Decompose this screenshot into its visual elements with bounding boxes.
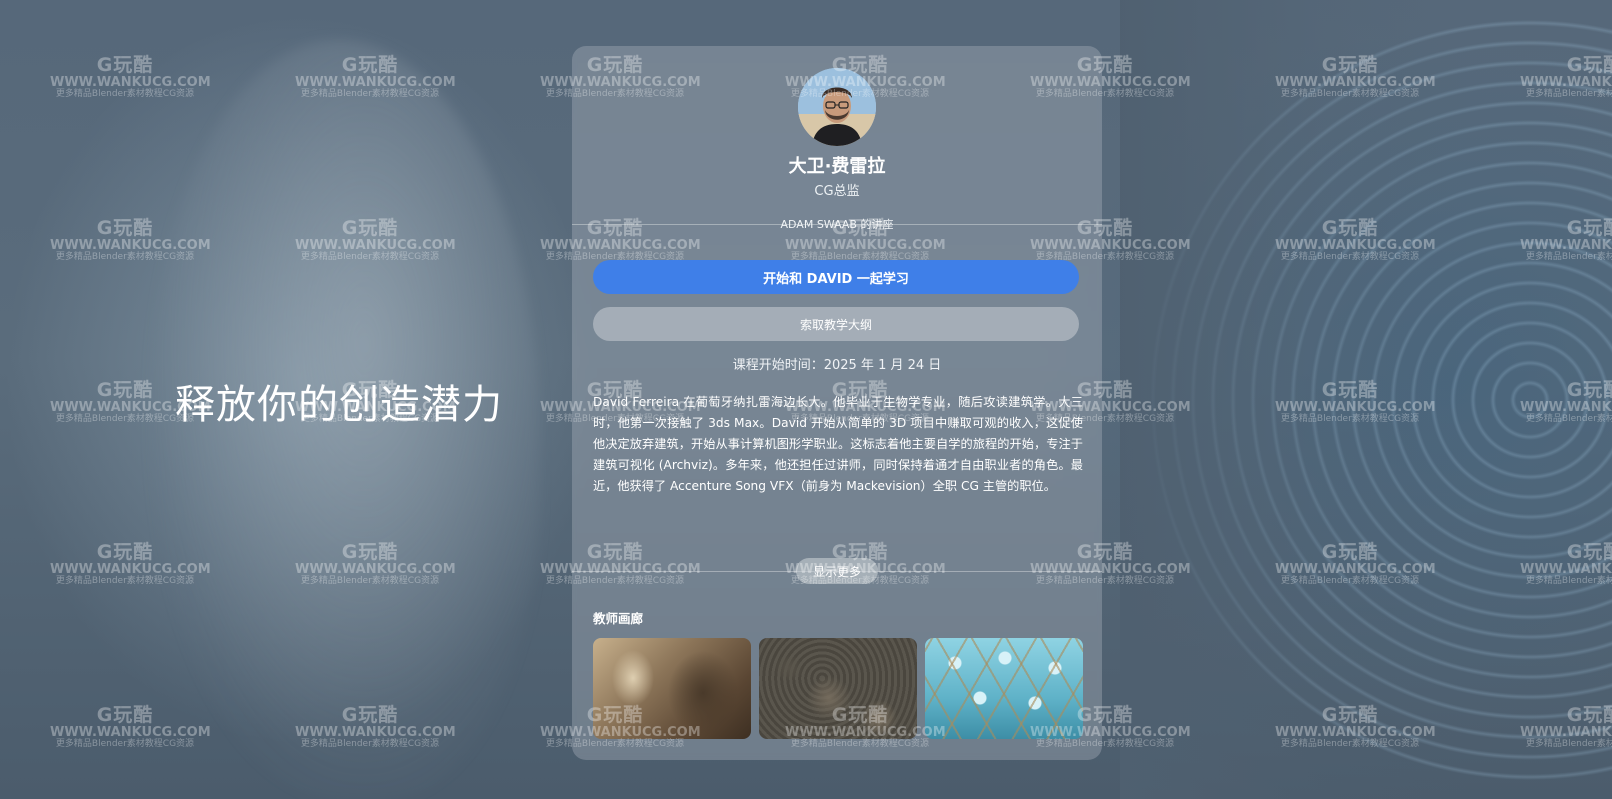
course-start-date: 课程开始时间：2025 年 1 月 24 日 <box>732 358 942 373</box>
hero-title: 释放你的创造潜力 <box>175 382 503 428</box>
gallery-item-crater-surface[interactable] <box>759 638 917 739</box>
start-learning-button[interactable]: 开始和 DAVID 一起学习 <box>593 260 1079 294</box>
instructor-avatar <box>798 68 876 146</box>
avatar-photo-icon <box>798 68 876 146</box>
teacher-gallery <box>593 638 1083 739</box>
instructor-name: 大卫·费雷拉 <box>788 156 886 177</box>
gallery-item-hexagon-cells[interactable] <box>925 638 1083 739</box>
lecture-label: ADAM SWAAB 的讲座 <box>780 218 894 231</box>
instructor-card: 大卫·费雷拉 CG总监 ADAM SWAAB 的讲座 开始和 DAVID 一起学… <box>572 46 1102 760</box>
request-syllabus-button[interactable]: 索取教学大纲 <box>593 307 1079 341</box>
instructor-bio: David Ferreira 在葡萄牙纳扎雷海边长大。他毕业于生物学专业，随后攻… <box>593 395 1083 493</box>
gallery-title: 教师画廊 <box>593 611 644 626</box>
background-rings-shade <box>1120 0 1612 799</box>
gallery-item-canyon-rock[interactable] <box>593 638 751 739</box>
instructor-role: CG总监 <box>814 184 860 199</box>
show-more-button[interactable]: 显示更多 <box>796 558 878 584</box>
